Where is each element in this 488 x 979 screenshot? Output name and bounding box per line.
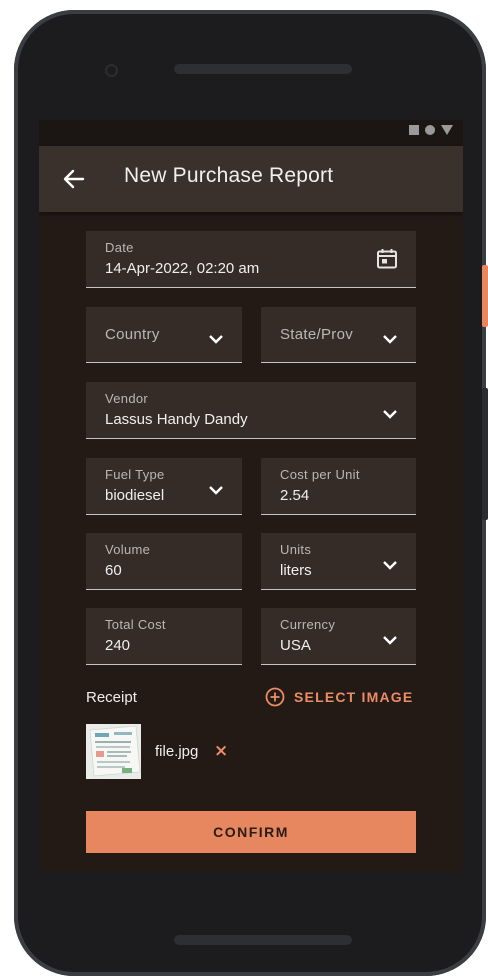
receipt-thumbnail[interactable] [86, 724, 141, 779]
total-cost-label: Total Cost [105, 617, 166, 632]
currency-value: USA [280, 637, 311, 654]
triangle-icon [441, 125, 453, 135]
bottom-speaker [174, 935, 352, 945]
state-select[interactable]: State/Prov [261, 307, 416, 363]
circle-icon [425, 125, 435, 135]
confirm-button[interactable]: CONFIRM [86, 811, 416, 853]
close-icon[interactable]: × [214, 741, 228, 761]
date-value: 14-Apr-2022, 02:20 am [105, 260, 260, 277]
chevron-down-icon [382, 630, 398, 645]
select-image-label: SELECT IMAGE [294, 689, 414, 705]
app-bar: New Purchase Report [39, 146, 463, 212]
chevron-down-icon [382, 404, 398, 419]
currency-select[interactable]: Currency USA [261, 608, 416, 665]
camera-icon [105, 64, 118, 77]
country-select[interactable]: Country [86, 307, 242, 363]
fuel-type-select[interactable]: Fuel Type biodiesel [86, 458, 242, 515]
vendor-label: Vendor [105, 391, 149, 406]
vendor-value: Lassus Handy Dandy [105, 411, 248, 428]
square-icon [409, 125, 419, 135]
state-placeholder: State/Prov [280, 326, 354, 343]
file-name: file.jpg [155, 743, 199, 760]
status-bar [39, 120, 463, 146]
date-label: Date [105, 240, 134, 255]
date-field[interactable]: Date 14-Apr-2022, 02:20 am [86, 231, 416, 288]
power-button [482, 265, 488, 327]
cost-per-unit-label: Cost per Unit [280, 467, 360, 482]
chevron-down-icon [208, 329, 224, 344]
fuel-type-value: biodiesel [105, 487, 165, 504]
chevron-down-icon [208, 480, 224, 495]
page-title: New Purchase Report [124, 164, 334, 187]
units-select[interactable]: Units liters [261, 533, 416, 590]
chevron-down-icon [382, 555, 398, 570]
units-value: liters [280, 562, 312, 579]
speaker-grille [174, 64, 352, 74]
country-placeholder: Country [105, 326, 160, 343]
total-cost-field[interactable]: Total Cost 240 [86, 608, 242, 665]
units-label: Units [280, 542, 312, 557]
calendar-icon[interactable] [376, 248, 398, 270]
vendor-select[interactable]: Vendor Lassus Handy Dandy [86, 382, 416, 439]
volume-button [482, 388, 488, 520]
currency-label: Currency [280, 617, 336, 632]
cost-per-unit-field[interactable]: Cost per Unit 2.54 [261, 458, 416, 515]
receipt-label: Receipt [86, 689, 137, 706]
fuel-type-label: Fuel Type [105, 467, 165, 482]
volume-label: Volume [105, 542, 151, 557]
chevron-down-icon [382, 329, 398, 344]
total-cost-value: 240 [105, 637, 131, 654]
add-circle-icon [265, 687, 285, 707]
cost-per-unit-value: 2.54 [280, 487, 310, 504]
volume-field[interactable]: Volume 60 [86, 533, 242, 590]
select-image-button[interactable]: SELECT IMAGE [265, 687, 413, 707]
volume-value: 60 [105, 562, 122, 579]
arrow-left-icon[interactable] [59, 164, 89, 194]
app-screen: New Purchase Report Date 14-Apr-2022, 02… [39, 120, 463, 872]
